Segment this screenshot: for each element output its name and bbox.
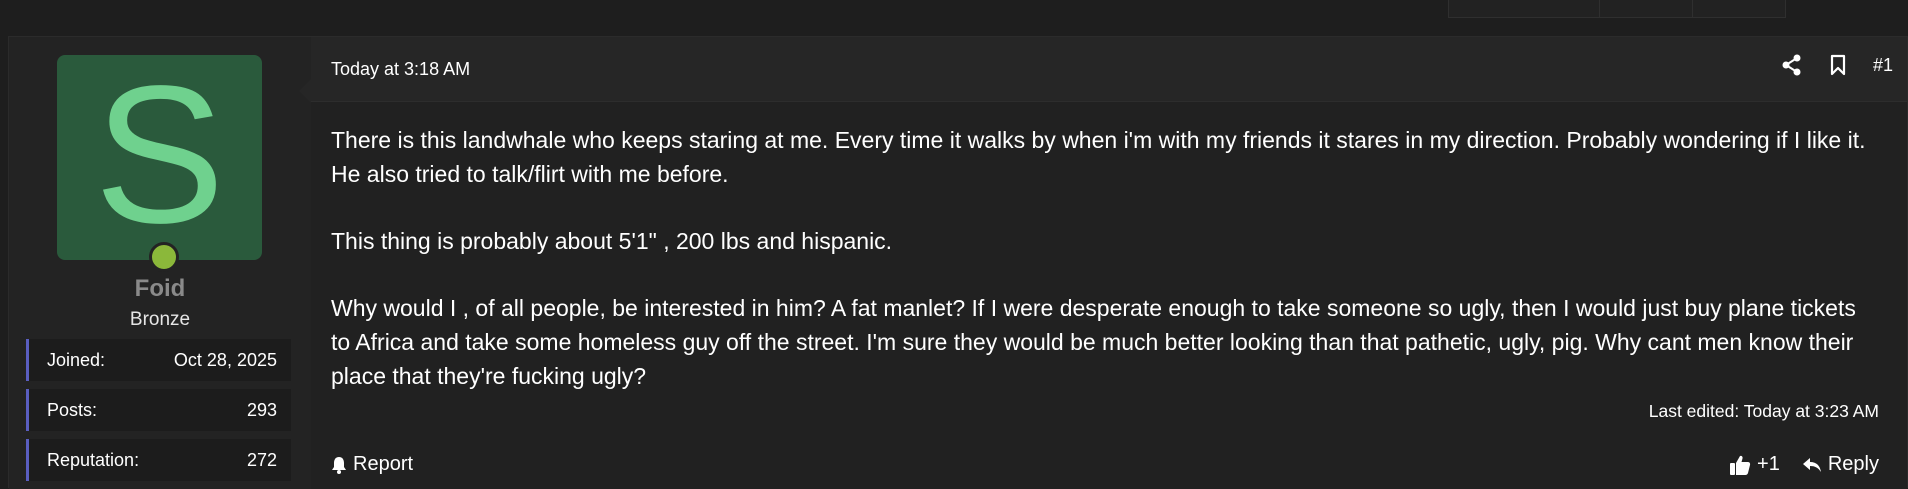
post-container: S Foid Bronze Joined: Oct 28, 2025 Posts… [8,36,1908,489]
reply-button[interactable]: Reply [1802,453,1879,476]
post-number-link[interactable]: #1 [1873,55,1893,76]
top-tabs [1448,0,1786,18]
top-tab[interactable] [1448,0,1600,18]
bell-icon [332,456,346,474]
last-edited: Last edited: Today at 3:23 AM [1648,401,1879,421]
post-footer-left: Report [331,453,413,476]
report-label: Report [353,453,414,475]
top-strip [0,0,1908,18]
stat-joined: Joined: Oct 28, 2025 [26,339,291,381]
top-tab[interactable] [1599,0,1693,18]
username[interactable]: Foid [9,275,311,303]
top-tab[interactable] [1692,0,1786,18]
post-paragraph: Why would I , of all people, be interest… [331,295,1856,389]
stat-label: Joined: [47,349,106,370]
share-icon[interactable] [1781,53,1803,77]
post-paragraph: This thing is probably about 5'1" , 200 … [331,228,893,254]
stat-label: Posts: [47,399,98,420]
post-paragraph: There is this landwhale who keeps starin… [331,127,1866,187]
thumbs-up-icon [1730,455,1751,475]
post-content: Today at 3:18 AM #1 There is this landwh… [299,37,1907,489]
avatar[interactable]: S [57,55,262,260]
user-title: Bronze [129,309,191,330]
stat-posts: Posts: 293 [26,389,291,431]
post-body: There is this landwhale who keeps starin… [331,123,1871,426]
avatar-letter: S [94,55,225,260]
post-date[interactable]: Today at 3:18 AM [331,59,470,80]
header-actions: #1 [1781,53,1893,77]
online-indicator [149,242,179,272]
reply-icon [1802,457,1821,472]
like-count: +1 [1757,453,1780,475]
stat-value: Oct 28, 2025 [173,349,277,370]
like-button[interactable]: +1 [1729,453,1780,476]
stat-label: Reputation: [47,449,140,470]
report-button[interactable]: Report [331,453,413,476]
stat-reputation: Reputation: 272 [26,439,291,481]
stat-value: 293 [246,399,277,420]
post-header: Today at 3:18 AM #1 [311,37,1907,102]
post-footer-right: +1 Reply [1729,453,1879,476]
user-column: S Foid Bronze Joined: Oct 28, 2025 Posts… [9,37,311,489]
reply-label: Reply [1827,453,1879,475]
post-arrow [299,79,311,103]
bookmark-icon[interactable] [1827,53,1849,77]
stat-value: 272 [246,449,277,470]
